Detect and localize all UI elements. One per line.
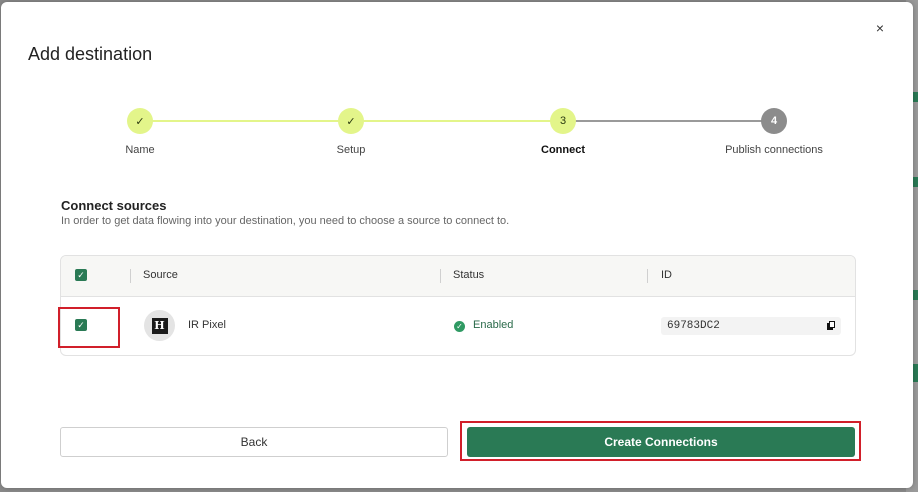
sources-table: ✓ Source Status ID ✓ H IR Pixel ✓ Enable… [60, 255, 856, 356]
step-2-check-icon: ✓ [338, 108, 364, 134]
column-header-source[interactable]: Source [143, 269, 178, 281]
back-button[interactable]: Back [60, 427, 448, 457]
step-label-connect: Connect [541, 144, 585, 156]
step-1-check-icon: ✓ [127, 108, 153, 134]
source-name: IR Pixel [188, 319, 226, 331]
id-field: 69783DC2 [661, 317, 841, 335]
modal-title: Add destination [28, 44, 153, 64]
section-subtitle: In order to get data flowing into your d… [61, 215, 510, 227]
stepper-remaining-line [563, 120, 774, 122]
column-divider [440, 269, 441, 283]
create-connections-button[interactable]: Create Connections [467, 427, 855, 457]
source-avatar: H [144, 310, 175, 341]
step-label-publish: Publish connections [725, 144, 823, 156]
section-title: Connect sources [61, 198, 167, 213]
table-header: ✓ Source Status ID [61, 256, 855, 297]
background-badge [913, 92, 918, 102]
background-badge [913, 364, 918, 382]
check-circle-icon: ✓ [454, 321, 465, 332]
source-id: 69783DC2 [667, 320, 720, 332]
column-header-id[interactable]: ID [661, 269, 672, 281]
background-badge [913, 177, 918, 187]
step-label-setup: Setup [336, 144, 366, 156]
background-badge [913, 290, 918, 300]
column-header-status[interactable]: Status [453, 269, 484, 281]
select-all-checkbox[interactable]: ✓ [75, 269, 87, 281]
step-4-number: 4 [761, 108, 787, 134]
column-divider [647, 269, 648, 283]
copy-icon[interactable] [827, 321, 835, 330]
add-destination-modal: Add destination × ✓ Name ✓ Setup 3 Conne… [1, 2, 913, 488]
step-3-number: 3 [550, 108, 576, 134]
close-icon[interactable]: × [871, 19, 889, 37]
status-text: Enabled [473, 319, 514, 331]
row-checkbox[interactable]: ✓ [75, 319, 87, 331]
step-label-name: Name [125, 144, 155, 156]
source-logo-icon: H [151, 317, 168, 334]
column-divider [130, 269, 131, 283]
